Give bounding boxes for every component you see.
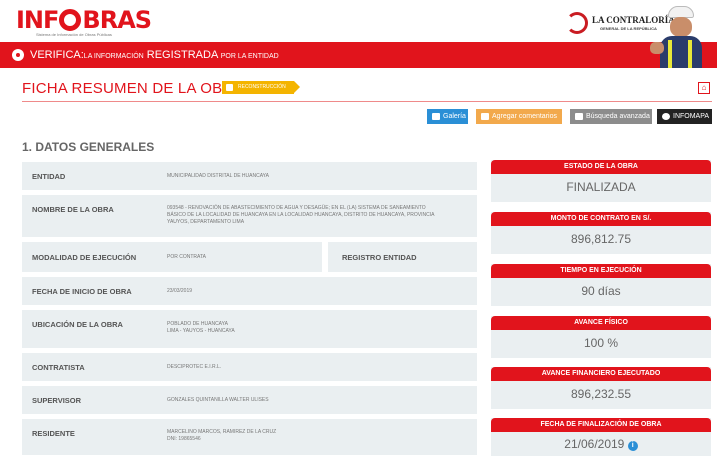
estado-obra-header: ESTADO DE LA OBRA <box>491 160 711 174</box>
fecha-finalizacion-row: 21/06/2019 i <box>491 437 711 451</box>
monto-contrato-value: 896,812.75 <box>570 232 632 246</box>
la-informacion-label: LA INFORMACIÓN <box>83 53 144 60</box>
search-icon <box>575 113 583 120</box>
infomapa-label: INFOMAPA <box>673 113 710 120</box>
section-title: 1. DATOS GENERALES <box>22 140 155 154</box>
infomapa-button[interactable]: INFOMAPA <box>657 109 712 124</box>
avance-fisico-value: 100 % <box>583 336 619 350</box>
registrada-label: REGISTRADA <box>146 49 218 61</box>
row-supervisor: SUPERVISOR GONZALES QUINTANILLA WALTER U… <box>22 386 477 414</box>
nombre-obra-value: 093548 - RENOVACIÓN DE ABASTECIMIENTO DE… <box>167 205 435 225</box>
add-comments-label: Agregar comentarios <box>492 113 557 120</box>
vest-shape <box>660 36 702 68</box>
avance-financiero-card: AVANCE FINANCIERO EJECUTADO 896,232.55 <box>491 367 711 409</box>
residente-label: RESIDENTE <box>32 429 75 438</box>
ubicacion-value: POBLADO DE HUANCAYA LIMA - YAUYOS - HUAN… <box>167 321 235 334</box>
verifica-banner: VERIFICA:LA INFORMACIÓN REGISTRADA POR L… <box>0 42 717 68</box>
logo-subtitle: Sistema de Información de Obras Públicas <box>36 32 112 37</box>
logo-text-left: INF <box>16 6 59 34</box>
ubicacion-label: UBICACIÓN DE LA OBRA <box>32 320 123 329</box>
fecha-finalizacion-value: 21/06/2019 <box>564 437 625 451</box>
tiempo-ejecucion-value: 90 días <box>581 284 621 298</box>
verifica-label: VERIFICA: <box>30 49 84 61</box>
row-modalidad: MODALIDAD DE EJECUCIÓN POR CONTRATA <box>22 242 322 272</box>
gallery-button[interactable]: Galería <box>427 109 468 124</box>
avance-fisico-card: AVANCE FÍSICO 100 % <box>491 316 711 358</box>
logo-ring-icon <box>59 9 82 31</box>
info-icon[interactable]: i <box>627 441 638 451</box>
row-fecha-inicio: FECHA DE INICIO DE OBRA 23/03/2019 <box>22 277 477 305</box>
row-entidad: ENTIDAD MUNICIPALIDAD DISTRITAL DE HUANC… <box>22 162 477 190</box>
thumbs-up-hand-shape <box>650 42 664 54</box>
contraloria-subtitle: GENERAL DE LA REPÚBLICA <box>600 26 657 31</box>
fecha-finalizacion-card: FECHA DE FINALIZACIÓN DE OBRA 21/06/2019… <box>491 418 711 456</box>
supervisor-value: GONZALES QUINTANILLA WALTER ULISES <box>167 397 269 403</box>
add-comments-button[interactable]: Agregar comentarios <box>476 109 562 124</box>
monto-contrato-card: MONTO DE CONTRATO EN S/. 896,812.75 <box>491 212 711 254</box>
estado-obra-value: FINALIZADA <box>566 180 636 194</box>
supervisor-label: SUPERVISOR <box>32 396 82 405</box>
avance-fisico-header: AVANCE FÍSICO <box>491 316 711 330</box>
mascot-illustration <box>650 6 704 68</box>
eye-icon <box>12 49 24 61</box>
row-contratista: CONTRATISTA DESCIPROTEC E.I.R.L. <box>22 353 477 381</box>
contratista-label: CONTRATISTA <box>32 363 85 372</box>
row-residente: RESIDENTE MARCELINO MARCOS, RAMIREZ DE L… <box>22 419 477 455</box>
estado-obra-card: ESTADO DE LA OBRA FINALIZADA <box>491 160 711 202</box>
title-divider <box>22 101 712 102</box>
modalidad-value: POR CONTRATA <box>167 254 206 260</box>
residente-value: MARCELINO MARCOS, RAMIREZ DE LA CRUZ DNI… <box>167 429 277 442</box>
advanced-search-button[interactable]: Búsqueda avanzada <box>570 109 652 124</box>
image-icon <box>432 113 440 120</box>
row-nombre-obra: NOMBRE DE LA OBRA 093548 - RENOVACIÓN DE… <box>22 195 477 237</box>
advanced-search-label: Búsqueda avanzada <box>586 113 650 120</box>
row-ubicacion: UBICACIÓN DE LA OBRA POBLADO DE HUANCAYA… <box>22 310 477 348</box>
comment-icon <box>481 113 489 120</box>
entidad-label: ENTIDAD <box>32 172 66 181</box>
fecha-finalizacion-header: FECHA DE FINALIZACIÓN DE OBRA <box>491 418 711 432</box>
monto-contrato-header: MONTO DE CONTRATO EN S/. <box>491 212 711 226</box>
map-pin-icon <box>662 113 670 120</box>
por-la-entidad-label: POR LA ENTIDAD <box>220 53 279 60</box>
avance-financiero-header: AVANCE FINANCIERO EJECUTADO <box>491 367 711 381</box>
contraloria-mark-icon <box>566 12 588 34</box>
nombre-obra-label: NOMBRE DE LA OBRA <box>32 205 114 214</box>
fecha-inicio-value: 23/03/2019 <box>167 288 193 294</box>
home-icon[interactable]: ⌂ <box>698 82 710 94</box>
contratista-value: DESCIPROTEC E.I.R.L. <box>167 364 222 370</box>
tiempo-ejecucion-card: TIEMPO EN EJECUCIÓN 90 días <box>491 264 711 306</box>
logo-text-right: BRAS <box>82 6 152 34</box>
top-header: INF BRAS Sistema de Información de Obras … <box>0 0 717 42</box>
avance-financiero-value: 896,232.55 <box>570 387 632 401</box>
registro-entidad-label: REGISTRO ENTIDAD <box>342 253 417 262</box>
verifica-text: VERIFICA:LA INFORMACIÓN REGISTRADA POR L… <box>30 49 279 61</box>
reconstruccion-badge: RECONSTRUCCIÓN <box>222 81 300 94</box>
infobras-logo[interactable]: INF BRAS <box>16 6 152 34</box>
face-shape <box>670 17 692 37</box>
page-title: FICHA RESUMEN DE LA OBRA <box>22 80 244 97</box>
fecha-inicio-label: FECHA DE INICIO DE OBRA <box>32 287 132 296</box>
entidad-value: MUNICIPALIDAD DISTRITAL DE HUANCAYA <box>167 173 269 179</box>
modalidad-label: MODALIDAD DE EJECUCIÓN <box>32 253 137 262</box>
gallery-label: Galería <box>443 113 466 120</box>
tiempo-ejecucion-header: TIEMPO EN EJECUCIÓN <box>491 264 711 278</box>
row-registro-entidad: REGISTRO ENTIDAD <box>328 242 477 272</box>
